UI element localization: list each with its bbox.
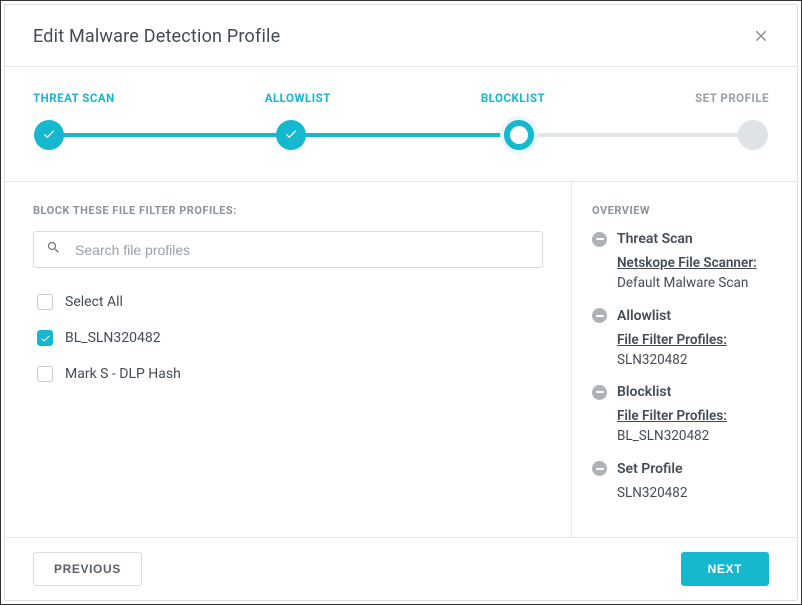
overview-item-blocklist: Blocklist File Filter Profiles: BL_SLN32…	[592, 384, 775, 447]
step-node-threat-scan[interactable]	[34, 120, 64, 150]
step-node-blocklist[interactable]	[504, 120, 534, 150]
overview-sub-label: Netskope File Scanner:	[617, 255, 757, 271]
checkbox-marks-dlp[interactable]	[37, 366, 53, 382]
modal: Edit Malware Detection Profile THREAT SC…	[0, 0, 802, 605]
overview-pane: OVERVIEW Threat Scan Netskope File Scann…	[572, 182, 797, 537]
profile-list: Select All BL_SLN320482 Mark S - DLP Has…	[33, 284, 543, 392]
check-icon	[42, 126, 56, 145]
profile-label: Mark S - DLP Hash	[65, 366, 181, 382]
modal-footer: PREVIOUS NEXT	[5, 537, 797, 600]
overview-sub-value: SLN320482	[617, 352, 687, 368]
minus-circle-icon	[592, 461, 607, 476]
search-icon	[46, 240, 75, 259]
overview-sub-value: SLN320482	[617, 485, 687, 501]
overview-sub-value: BL_SLN320482	[617, 428, 709, 444]
close-icon	[753, 31, 769, 46]
step-node-set-profile[interactable]	[738, 120, 768, 150]
profile-item-marks-dlp[interactable]: Mark S - DLP Hash	[33, 356, 543, 392]
overview-item-set-profile: Set Profile SLN320482	[592, 461, 775, 503]
profile-label: BL_SLN320482	[65, 330, 161, 346]
step-label-threat-scan[interactable]: THREAT SCAN	[33, 91, 115, 105]
step-node-allowlist[interactable]	[276, 120, 306, 150]
overview-title: Threat Scan	[617, 231, 693, 247]
profile-item-select-all[interactable]: Select All	[33, 284, 543, 320]
blocklist-heading: BLOCK THESE FILE FILTER PROFILES:	[33, 204, 543, 217]
stepper-track	[33, 119, 769, 151]
next-button[interactable]: NEXT	[681, 552, 769, 586]
profile-item-bl-sln320482[interactable]: BL_SLN320482	[33, 320, 543, 356]
profile-label: Select All	[65, 294, 123, 310]
checkbox-select-all[interactable]	[37, 294, 53, 310]
minus-circle-icon	[592, 385, 607, 400]
close-button[interactable]	[749, 23, 773, 50]
check-icon	[284, 126, 298, 145]
step-label-set-profile[interactable]: SET PROFILE	[695, 91, 769, 105]
stepper: THREAT SCAN ALLOWLIST BLOCKLIST SET PROF…	[5, 67, 797, 182]
overview-title: Allowlist	[617, 308, 671, 324]
step-label-allowlist[interactable]: ALLOWLIST	[265, 91, 331, 105]
minus-circle-icon	[592, 232, 607, 247]
overview-title: Set Profile	[617, 461, 683, 477]
previous-button[interactable]: PREVIOUS	[33, 552, 142, 586]
modal-header: Edit Malware Detection Profile	[5, 5, 797, 67]
step-label-blocklist[interactable]: BLOCKLIST	[481, 91, 545, 105]
search-input[interactable]	[75, 242, 530, 258]
stepper-labels: THREAT SCAN ALLOWLIST BLOCKLIST SET PROF…	[33, 91, 769, 105]
overview-item-allowlist: Allowlist File Filter Profiles: SLN32048…	[592, 308, 775, 371]
modal-body: BLOCK THESE FILE FILTER PROFILES: Select…	[5, 182, 797, 537]
overview-heading: OVERVIEW	[592, 204, 775, 217]
overview-sub-label: File Filter Profiles:	[617, 408, 727, 424]
minus-circle-icon	[592, 308, 607, 323]
overview-sub-label: File Filter Profiles:	[617, 332, 727, 348]
search-box[interactable]	[33, 231, 543, 268]
blocklist-pane: BLOCK THESE FILE FILTER PROFILES: Select…	[5, 182, 572, 537]
overview-title: Blocklist	[617, 384, 671, 400]
modal-title: Edit Malware Detection Profile	[33, 26, 280, 47]
checkbox-bl-sln320482[interactable]	[37, 330, 53, 346]
overview-sub-value: Default Malware Scan	[617, 275, 748, 291]
modal-inner: Edit Malware Detection Profile THREAT SC…	[4, 4, 798, 601]
overview-item-threat-scan: Threat Scan Netskope File Scanner: Defau…	[592, 231, 775, 294]
